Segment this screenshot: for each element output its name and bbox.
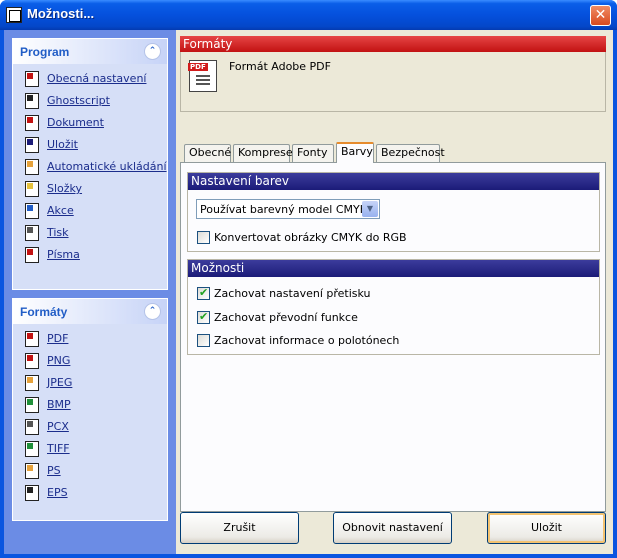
title-bar[interactable]: Možnosti... ✕ <box>0 0 617 30</box>
sidebar-item-label[interactable]: BMP <box>47 398 71 411</box>
pdf-format-icon <box>25 331 39 347</box>
options-window: Možnosti... ✕ Program ⌃ Obecná nastavení… <box>0 0 617 558</box>
sidebar-item-eps-format[interactable]: EPS <box>13 482 167 504</box>
save-icon <box>25 137 39 153</box>
sidebar-item-label[interactable]: PDF <box>47 332 68 345</box>
checkbox-unchecked[interactable] <box>197 334 210 347</box>
sidebar-item-folders[interactable]: Složky <box>13 178 167 200</box>
sidebar-item-label[interactable]: Složky <box>47 182 82 195</box>
collapse-up-icon[interactable]: ⌃ <box>144 43 161 60</box>
formats-panel-title: Formáty <box>20 305 68 319</box>
png-format-icon <box>25 353 39 369</box>
autosave-icon <box>25 159 39 175</box>
folders-icon <box>25 181 39 197</box>
cancel-button[interactable]: Zrušit <box>180 512 299 544</box>
program-panel-title: Program <box>20 45 70 59</box>
sidebar-item-label[interactable]: PS <box>47 464 61 477</box>
sidebar-item-label[interactable]: Uložit <box>47 138 78 151</box>
sidebar-item-general-settings[interactable]: Obecná nastavení <box>13 68 167 90</box>
program-panel: Program ⌃ Obecná nastavení Ghostscript Dok… <box>12 38 168 290</box>
checkbox-checked[interactable] <box>197 310 210 324</box>
options-title: Možnosti <box>188 260 599 277</box>
sidebar-item-document[interactable]: Dokument <box>13 112 167 134</box>
ps-format-icon <box>25 463 39 479</box>
program-panel-header[interactable]: Program ⌃ <box>13 39 167 64</box>
sidebar-item-label[interactable]: Ghostscript <box>47 94 110 107</box>
formats-panel: Formáty ⌃ PDF PNG JPEG BMP PCX TIFF PS EPS <box>12 298 168 521</box>
tab-fonty[interactable]: Fonty <box>292 144 334 162</box>
sidebar-item-ghostscript[interactable]: Ghostscript <box>13 90 167 112</box>
tab-page-colors: Nastavení barev Používat barevný model C… <box>180 162 606 512</box>
sidebar-item-label[interactable]: EPS <box>47 486 68 499</box>
sidebar-item-label[interactable]: TIFF <box>47 442 70 455</box>
window-title: Možnosti... <box>27 6 95 21</box>
jpeg-format-icon <box>25 375 39 391</box>
pdf-file-icon: PDF <box>188 60 217 92</box>
sidebar-item-tiff-format[interactable]: TIFF <box>13 438 167 460</box>
actions-icon <box>25 203 39 219</box>
save-button[interactable]: Uložit <box>487 512 606 544</box>
program-list: Obecná nastavení Ghostscript Dokument Uloži… <box>13 64 167 266</box>
sidebar-item-label[interactable]: Tisk <box>47 226 69 239</box>
color-model-select[interactable]: Používat barevný model CMYK ▼ <box>196 199 380 219</box>
pdf-badge: PDF <box>188 63 208 71</box>
sidebar-item-autosave[interactable]: Automatické ukládání <box>13 156 167 178</box>
ghostscript-icon <box>25 93 39 109</box>
print-icon <box>25 225 39 241</box>
sidebar-item-fonts[interactable]: Písma <box>13 244 167 266</box>
tab-bezpečnost[interactable]: Bezpečnost <box>376 144 445 162</box>
sidebar-item-label[interactable]: Dokument <box>47 116 104 129</box>
dialog-client: Program ⌃ Obecná nastavení Ghostscript Dok… <box>4 30 613 554</box>
sidebar-item-label[interactable]: Obecná nastavení <box>47 72 146 85</box>
color-settings-title: Nastavení barev <box>188 173 599 190</box>
sidebar-item-png-format[interactable]: PNG <box>13 350 167 372</box>
sidebar-item-label[interactable]: PNG <box>47 354 70 367</box>
close-button[interactable]: ✕ <box>590 5 611 26</box>
tab-komprese[interactable]: Komprese <box>233 144 293 162</box>
convert-cmyk-label: Konvertovat obrázky CMYK do RGB <box>214 231 407 244</box>
bmp-format-icon <box>25 397 39 413</box>
color-settings-group: Nastavení barev Používat barevný model C… <box>187 172 600 252</box>
tab-barvy[interactable]: Barvy <box>336 142 374 163</box>
sidebar-item-bmp-format[interactable]: BMP <box>13 394 167 416</box>
tab-obecné[interactable]: Obecné <box>184 144 231 162</box>
format-name: Formát Adobe PDF <box>229 60 331 73</box>
sidebar-item-label[interactable]: JPEG <box>47 376 72 389</box>
document-icon <box>25 115 39 131</box>
sidebar-item-label[interactable]: Automatické ukládání <box>47 160 167 173</box>
option-label: Zachovat informace o polotónech <box>214 334 400 347</box>
option-label: Zachovat převodní funkce <box>214 311 358 324</box>
main-area: Formáty PDF Formát Adobe PDF Obecné Kompr… <box>180 36 606 512</box>
sidebar-item-pdf-format[interactable]: PDF <box>13 328 167 350</box>
reset-settings-button[interactable]: Obnovit nastavení <box>333 512 452 544</box>
sidebar-item-label[interactable]: Akce <box>47 204 74 217</box>
color-model-value: Používat barevný model CMYK <box>200 203 367 216</box>
sidebar-item-save[interactable]: Uložit <box>13 134 167 156</box>
sidebar-item-actions[interactable]: Akce <box>13 200 167 222</box>
general-settings-icon <box>25 71 39 87</box>
sidebar-item-pcx-format[interactable]: PCX <box>13 416 167 438</box>
fonts-icon <box>25 247 39 263</box>
options-group: Možnosti Zachovat nastavení přetisku Zach… <box>187 259 600 355</box>
option-label: Zachovat nastavení přetisku <box>214 287 371 300</box>
pcx-format-icon <box>25 419 39 435</box>
tiff-format-icon <box>25 441 39 457</box>
sidebar-item-print[interactable]: Tisk <box>13 222 167 244</box>
formats-header: Formáty <box>180 36 606 52</box>
sidebar-item-label[interactable]: PCX <box>47 420 69 433</box>
chevron-down-icon[interactable]: ▼ <box>362 201 378 217</box>
app-icon <box>6 7 22 23</box>
sidebar-item-ps-format[interactable]: PS <box>13 460 167 482</box>
formats-list: PDF PNG JPEG BMP PCX TIFF PS EPS <box>13 324 167 504</box>
collapse-up-icon[interactable]: ⌃ <box>144 303 161 320</box>
sidebar-item-jpeg-format[interactable]: JPEG <box>13 372 167 394</box>
formats-panel-header[interactable]: Formáty ⌃ <box>13 299 167 324</box>
eps-format-icon <box>25 485 39 501</box>
checkbox-box[interactable] <box>197 231 210 244</box>
format-info: PDF Formát Adobe PDF <box>180 52 606 112</box>
sidebar: Program ⌃ Obecná nastavení Ghostscript Dok… <box>4 30 176 554</box>
sidebar-item-label[interactable]: Písma <box>47 248 80 261</box>
checkbox-checked[interactable] <box>197 286 210 300</box>
